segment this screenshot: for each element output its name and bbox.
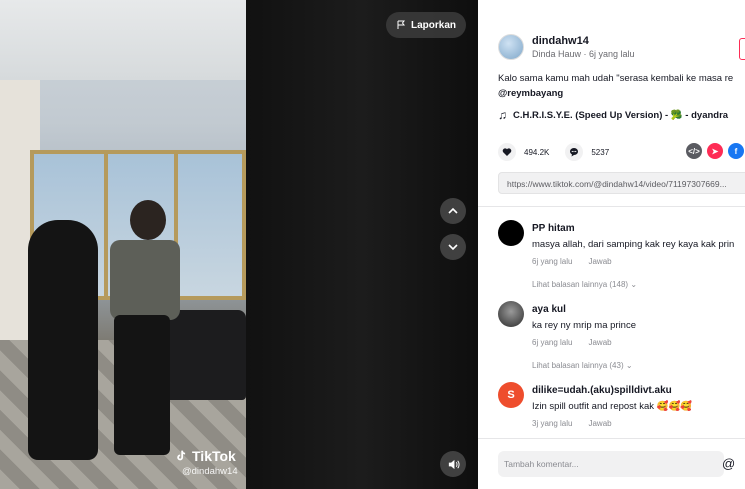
heart-icon <box>502 148 512 156</box>
author-text: dindahw14 Dinda Hauw · 6j yang lalu <box>532 35 635 59</box>
tiktok-video-page: TikTok @dindahw14 Laporkan dindahw14 Din… <box>0 0 745 489</box>
scene-person-left <box>28 220 98 460</box>
author-block[interactable]: dindahw14 Dinda Hauw · 6j yang lalu <box>498 34 635 60</box>
comment-count: 5237 <box>591 147 610 157</box>
video-info-panel: dindahw14 Dinda Hauw · 6j yang lalu Kalo… <box>478 0 745 489</box>
commenter-name[interactable]: aya kul <box>532 304 566 315</box>
comment-meta: 6j yang lalu Jawab <box>532 257 612 266</box>
tiktok-watermark: TikTok @dindahw14 <box>174 448 238 477</box>
chevron-down-icon: ⌄ <box>630 280 638 289</box>
divider <box>478 206 745 207</box>
shopee-icon[interactable]: S <box>498 382 524 408</box>
report-button[interactable]: Laporkan <box>385 12 466 38</box>
comment-meta: 6j yang lalu Jawab <box>532 338 612 347</box>
embed-icon[interactable]: </> <box>686 143 702 159</box>
video-player[interactable]: TikTok @dindahw14 Laporkan <box>0 0 478 489</box>
comment-button[interactable] <box>565 143 584 161</box>
reply-button[interactable]: Jawab <box>588 419 611 428</box>
comment-bar: Tambah komentar... @ <box>478 438 745 489</box>
next-video-button[interactable] <box>440 234 466 260</box>
music-note-icon: ♫ <box>498 108 507 122</box>
report-label: Laporkan <box>410 19 456 31</box>
facebook-icon[interactable]: f <box>728 143 744 159</box>
speaker-icon <box>448 459 460 469</box>
music-title: C.H.R.I.S.Y.E. (Speed Up Version) - 🥦 - … <box>513 109 729 121</box>
comment-time: 3j yang lalu <box>532 419 573 428</box>
comment-time: 6j yang lalu <box>532 338 573 347</box>
commenter-name[interactable]: PP hitam <box>532 223 575 234</box>
music-link[interactable]: ♫ C.H.R.I.S.Y.E. (Speed Up Version) - 🥦 … <box>498 108 728 122</box>
like-button[interactable] <box>498 143 516 161</box>
chevron-down-icon <box>448 244 458 251</box>
comment-text: Izin spill outfit and repost kak 🥰🥰🥰 <box>532 401 693 412</box>
view-replies-button[interactable]: Lihat balasan lainnya (148) ⌄ <box>532 280 637 289</box>
comment-icon <box>570 148 579 157</box>
tiktok-logo-icon <box>177 450 186 461</box>
view-replies-button[interactable]: Lihat balasan lainnya (43) ⌄ <box>532 361 633 370</box>
commenter-avatar[interactable] <box>498 301 524 327</box>
view-replies-label: Lihat balasan lainnya (148) <box>532 280 629 289</box>
scene-ceiling <box>0 0 246 80</box>
watermark-username: @dindahw14 <box>182 466 238 477</box>
flag-icon <box>397 20 405 29</box>
author-subtitle: Dinda Hauw · 6j yang lalu <box>532 49 635 59</box>
share-icons: </> ➤ f <box>686 143 744 159</box>
view-replies-label: Lihat balasan lainnya (43) <box>532 361 624 370</box>
previous-video-button[interactable] <box>440 198 466 224</box>
person-shirt <box>110 240 180 320</box>
author-avatar[interactable] <box>498 34 524 60</box>
video-caption: Kalo sama kamu mah udah "serasa kembali … <box>498 73 734 84</box>
chevron-down-icon: ⌄ <box>625 361 633 370</box>
chevron-up-icon <box>448 207 458 214</box>
like-count: 494.2K <box>524 147 550 157</box>
video-link-field[interactable]: https://www.tiktok.com/@dindahw14/video/… <box>498 172 745 194</box>
reply-button[interactable]: Jawab <box>588 257 611 266</box>
mention-icon[interactable]: @ <box>722 456 735 471</box>
person-head <box>130 200 166 240</box>
author-username[interactable]: dindahw14 <box>532 35 635 47</box>
watermark-brand-label: TikTok <box>192 448 236 464</box>
volume-button[interactable] <box>440 451 466 477</box>
send-icon[interactable]: ➤ <box>707 143 723 159</box>
caption-mention[interactable]: @reymbayang <box>498 88 563 99</box>
video-frame[interactable]: TikTok @dindahw14 <box>0 0 246 489</box>
comment-time: 6j yang lalu <box>532 257 573 266</box>
comment-input[interactable]: Tambah komentar... <box>498 451 724 477</box>
follow-button[interactable] <box>739 38 745 60</box>
person-pants <box>114 315 170 455</box>
commenter-avatar[interactable] <box>498 220 524 246</box>
comment-text: ka rey ny mrip ma prince <box>532 320 637 331</box>
reply-button[interactable]: Jawab <box>588 338 611 347</box>
scene-person-right <box>100 200 180 470</box>
comment-text: masya allah, dari samping kak rey kaya k… <box>532 239 735 250</box>
watermark-brand: TikTok <box>174 448 238 464</box>
engagement-stats: 494.2K 5237 <box>498 143 617 161</box>
comment-meta: 3j yang lalu Jawab <box>532 419 612 428</box>
commenter-name[interactable]: dilike=udah.(aku)spilldivt.aku <box>532 385 672 396</box>
